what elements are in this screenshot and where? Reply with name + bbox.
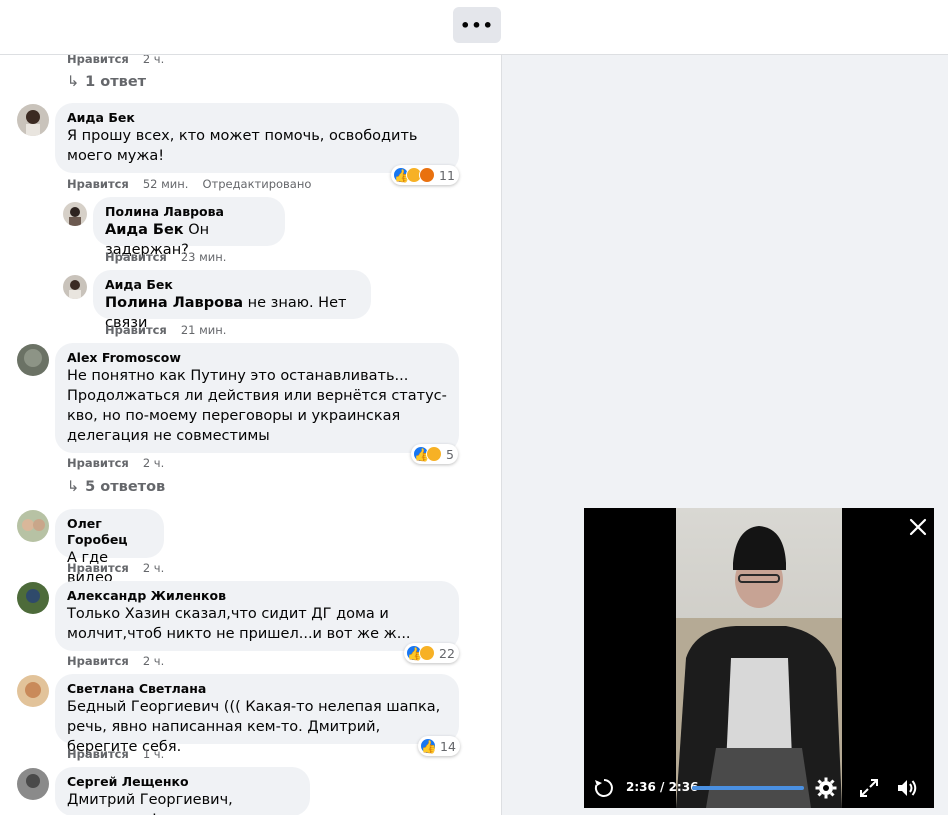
reply-arrow-icon: ↳: [67, 74, 80, 90]
wow-reaction-icon: [426, 446, 442, 462]
comment-author[interactable]: Аида Бек: [105, 277, 359, 293]
comment-bubble: Александр Жиленков Только Хазин сказал,ч…: [55, 581, 459, 651]
comment-bubble: Сергей Лещенко Дмитрий Георгиевич, держи…: [55, 767, 310, 815]
like-link[interactable]: Нравится: [105, 250, 167, 264]
edited-label: Отредактировано: [202, 177, 312, 191]
comment-bubble: Светлана Светлана Бедный Георгиевич ((( …: [55, 674, 459, 755]
settings-icon[interactable]: [814, 776, 838, 800]
comment-time: 1 ч.: [142, 747, 165, 761]
comment-meta: Нравится 52 мин. Отредактировано: [67, 177, 311, 191]
angry-reaction-icon: [419, 167, 435, 183]
video-progress-fill: [692, 786, 804, 790]
view-replies-link[interactable]: ↳ 5 ответов: [67, 479, 165, 495]
comment-meta: Нравится 2 ч.: [67, 561, 164, 575]
comment-text: Не понятно как Путину это останавливать.…: [67, 368, 447, 444]
view-replies-link[interactable]: ↳ 1 ответ: [67, 74, 146, 90]
like-reaction-icon: [420, 738, 436, 754]
reactions-summary[interactable]: 14: [418, 736, 460, 756]
comment-text: Только Хазин сказал,что сидит ДГ дома и …: [67, 606, 411, 642]
reaction-count: 11: [439, 167, 455, 183]
comment-author[interactable]: Светлана Светлана: [67, 681, 447, 697]
reply-bubble: Полина Лаврова Аида Бек Он задержан?: [93, 197, 285, 258]
video-frame[interactable]: [676, 508, 842, 808]
comment-time: 2 ч.: [142, 456, 165, 470]
comment-bubble: Alex Fromoscow Не понятно как Путину это…: [55, 343, 459, 453]
like-link[interactable]: Нравится: [67, 654, 129, 668]
like-link[interactable]: Нравится: [67, 177, 129, 191]
reactions-summary[interactable]: 11: [391, 165, 459, 185]
comment-meta: Нравится 2 ч.: [67, 55, 164, 66]
avatar[interactable]: [63, 275, 87, 299]
comment-time: 52 мин.: [142, 177, 189, 191]
comment-author[interactable]: Полина Лаврова: [105, 204, 273, 220]
comment-author[interactable]: Alex Fromoscow: [67, 350, 447, 366]
avatar[interactable]: [17, 510, 49, 542]
close-icon[interactable]: [907, 516, 929, 538]
avatar[interactable]: [63, 202, 87, 226]
like-link[interactable]: Нравится: [67, 55, 129, 66]
comments-panel: Нравится 2 ч. ↳ 1 ответ Аида Бек Я прошу в…: [0, 55, 502, 815]
avatar[interactable]: [17, 104, 49, 136]
video-progress-bar[interactable]: [692, 786, 804, 790]
mention-link[interactable]: Аида Бек: [105, 222, 184, 238]
comment-meta: Нравится 2 ч.: [67, 654, 164, 668]
avatar[interactable]: [17, 675, 49, 707]
avatar[interactable]: [17, 768, 49, 800]
volume-icon[interactable]: [895, 776, 919, 800]
video-controls: 2:36 / 2:36: [584, 770, 934, 808]
comment-author[interactable]: Сергей Лещенко: [67, 774, 298, 790]
comment-meta: Нравится 21 мин.: [105, 323, 226, 337]
replay-icon[interactable]: [592, 776, 616, 800]
reactions-summary[interactable]: 22: [404, 643, 459, 663]
comment-author[interactable]: Александр Жиленков: [67, 588, 447, 604]
comment-time: 23 мин.: [180, 250, 227, 264]
reply-bubble: Аида Бек Полина Лаврова не знаю. Нет свя…: [93, 270, 371, 331]
comment-text: Я прошу всех, кто может помочь, освободи…: [67, 128, 418, 164]
avatar[interactable]: [17, 582, 49, 614]
like-link[interactable]: Нравится: [67, 561, 129, 575]
reactions-summary[interactable]: 5: [411, 444, 458, 464]
sad-reaction-icon: [419, 645, 435, 661]
reply-arrow-icon: ↳: [67, 479, 80, 495]
video-time: 2:36 / 2:36: [626, 780, 699, 794]
comment-author[interactable]: Олег Горобец: [67, 516, 152, 548]
fullscreen-icon[interactable]: [857, 776, 881, 800]
like-link[interactable]: Нравится: [67, 747, 129, 761]
comment-meta: Нравится 1 ч.: [67, 747, 164, 761]
comment-time: 21 мин.: [180, 323, 227, 337]
comment-author[interactable]: Аида Бек: [67, 110, 447, 126]
comment-bubble: Аида Бек Я прошу всех, кто может помочь,…: [55, 103, 459, 173]
comment-text: Дмитрий Георгиевич, держитесь!: [67, 792, 233, 815]
comment-meta: Нравится 2 ч.: [67, 456, 164, 470]
like-link[interactable]: Нравится: [67, 456, 129, 470]
like-link[interactable]: Нравится: [105, 323, 167, 337]
top-bar: •••: [0, 0, 948, 55]
comment-bubble: Олег Горобец А где видео: [55, 509, 164, 586]
mini-video-player[interactable]: 2:36 / 2:36: [584, 508, 934, 808]
comment-time: 2 ч.: [142, 55, 165, 66]
reaction-count: 5: [446, 446, 454, 462]
reaction-count: 22: [439, 645, 455, 661]
reaction-count: 14: [440, 738, 456, 754]
more-options-button[interactable]: •••: [453, 7, 501, 43]
comment-time: 2 ч.: [142, 561, 165, 575]
comment-meta: Нравится 23 мин.: [105, 250, 226, 264]
replies-label: 1 ответ: [85, 74, 147, 90]
comment-time: 2 ч.: [142, 654, 165, 668]
replies-label: 5 ответов: [85, 479, 166, 495]
avatar[interactable]: [17, 344, 49, 376]
mention-link[interactable]: Полина Лаврова: [105, 295, 243, 311]
